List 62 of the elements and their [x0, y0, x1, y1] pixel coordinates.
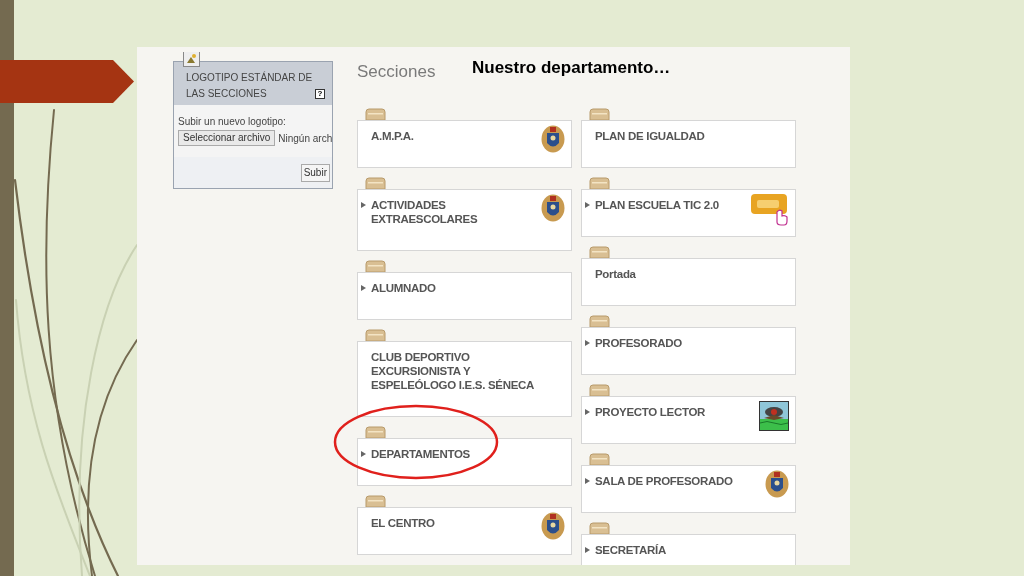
- help-icon[interactable]: ?: [315, 89, 325, 99]
- section-title: EL CENTRO: [371, 516, 436, 530]
- folder-tab-icon: [365, 495, 386, 507]
- section-title: A.M.P.A.: [371, 129, 415, 143]
- section-card[interactable]: PROYECTO LECTOR: [581, 396, 796, 444]
- coat-of-arms-icon: [541, 194, 565, 222]
- slide-title: Nuestro departamento…: [472, 57, 671, 79]
- folder-tab-icon: [589, 453, 610, 465]
- folder-tab-icon: [365, 177, 386, 189]
- expand-triangle-icon[interactable]: [585, 340, 590, 346]
- folder-tab-icon: [589, 315, 610, 327]
- coat-of-arms-icon: [765, 470, 789, 498]
- section-title: PROFESORADO: [595, 336, 683, 350]
- section-title: PROYECTO LECTOR: [595, 405, 707, 419]
- choose-file-button[interactable]: Seleccionar archivo: [178, 130, 276, 146]
- section-title: SECRETARÍA: [595, 543, 667, 557]
- coat-of-arms-icon: [541, 125, 565, 153]
- expand-triangle-icon[interactable]: [585, 202, 590, 208]
- expand-triangle-icon[interactable]: [361, 285, 366, 291]
- section-title: CLUB DEPORTIVO EXCURSIONISTA Y ESPELEÓLOGO I.E.S. SÉNECA: [371, 350, 536, 392]
- section-card[interactable]: PLAN ESCUELA TIC 2.0: [581, 189, 796, 237]
- section-title: Portada: [595, 267, 637, 281]
- submit-button[interactable]: Subir: [300, 163, 330, 182]
- section-card[interactable]: Portada: [581, 258, 796, 306]
- hand-cursor-badge-icon: [751, 194, 789, 226]
- section-card[interactable]: ALUMNADO: [357, 272, 572, 320]
- folder-tab-icon: [589, 108, 610, 120]
- section-card[interactable]: SALA DE PROFESORADO: [581, 465, 796, 513]
- coat-of-arms-icon: [541, 512, 565, 540]
- expand-triangle-icon[interactable]: [585, 409, 590, 415]
- folder-tab-icon: [365, 108, 386, 120]
- section-title: PLAN ESCUELA TIC 2.0: [595, 198, 720, 212]
- file-status: Ningún arch: [278, 131, 333, 146]
- section-title: PLAN DE IGUALDAD: [595, 129, 706, 143]
- expand-triangle-icon[interactable]: [361, 451, 366, 457]
- section-card[interactable]: EL CENTRO: [357, 507, 572, 555]
- folder-tab-icon: [589, 522, 610, 534]
- folder-tab-icon: [589, 384, 610, 396]
- expand-triangle-icon[interactable]: [361, 202, 366, 208]
- eye-book-icon: [759, 401, 789, 431]
- section-card[interactable]: PLAN DE IGUALDAD: [581, 120, 796, 168]
- folder-tab-icon: [365, 426, 386, 438]
- section-card[interactable]: DEPARTAMENTOS: [357, 438, 572, 486]
- section-title: SALA DE PROFESORADO: [595, 474, 734, 488]
- section-card[interactable]: ACTIVIDADES EXTRAESCOLARES: [357, 189, 572, 251]
- section-title: DEPARTAMENTOS: [371, 447, 471, 461]
- folder-tab-icon: [365, 329, 386, 341]
- expand-triangle-icon[interactable]: [585, 547, 590, 553]
- expand-triangle-icon[interactable]: [585, 478, 590, 484]
- panel-title: LOGOTIPO ESTÁNDAR DE LAS SECCIONES: [186, 70, 313, 101]
- folder-tab-icon: [365, 260, 386, 272]
- section-title: ALUMNADO: [371, 281, 437, 295]
- section-title: ACTIVIDADES EXTRAESCOLARES: [371, 198, 479, 226]
- upload-label: Subir un nuevo logotipo:: [178, 115, 287, 128]
- arrow-banner-icon: [0, 60, 134, 103]
- section-card[interactable]: SECRETARÍA: [581, 534, 796, 565]
- section-card[interactable]: PROFESORADO: [581, 327, 796, 375]
- section-card[interactable]: CLUB DEPORTIVO EXCURSIONISTA Y ESPELEÓLOGO I.E.S. SÉNECA: [357, 341, 572, 417]
- section-card[interactable]: A.M.P.A.: [357, 120, 572, 168]
- folder-tab-icon: [589, 246, 610, 258]
- sections-heading: Secciones: [357, 61, 436, 83]
- folder-tab-icon: [589, 177, 610, 189]
